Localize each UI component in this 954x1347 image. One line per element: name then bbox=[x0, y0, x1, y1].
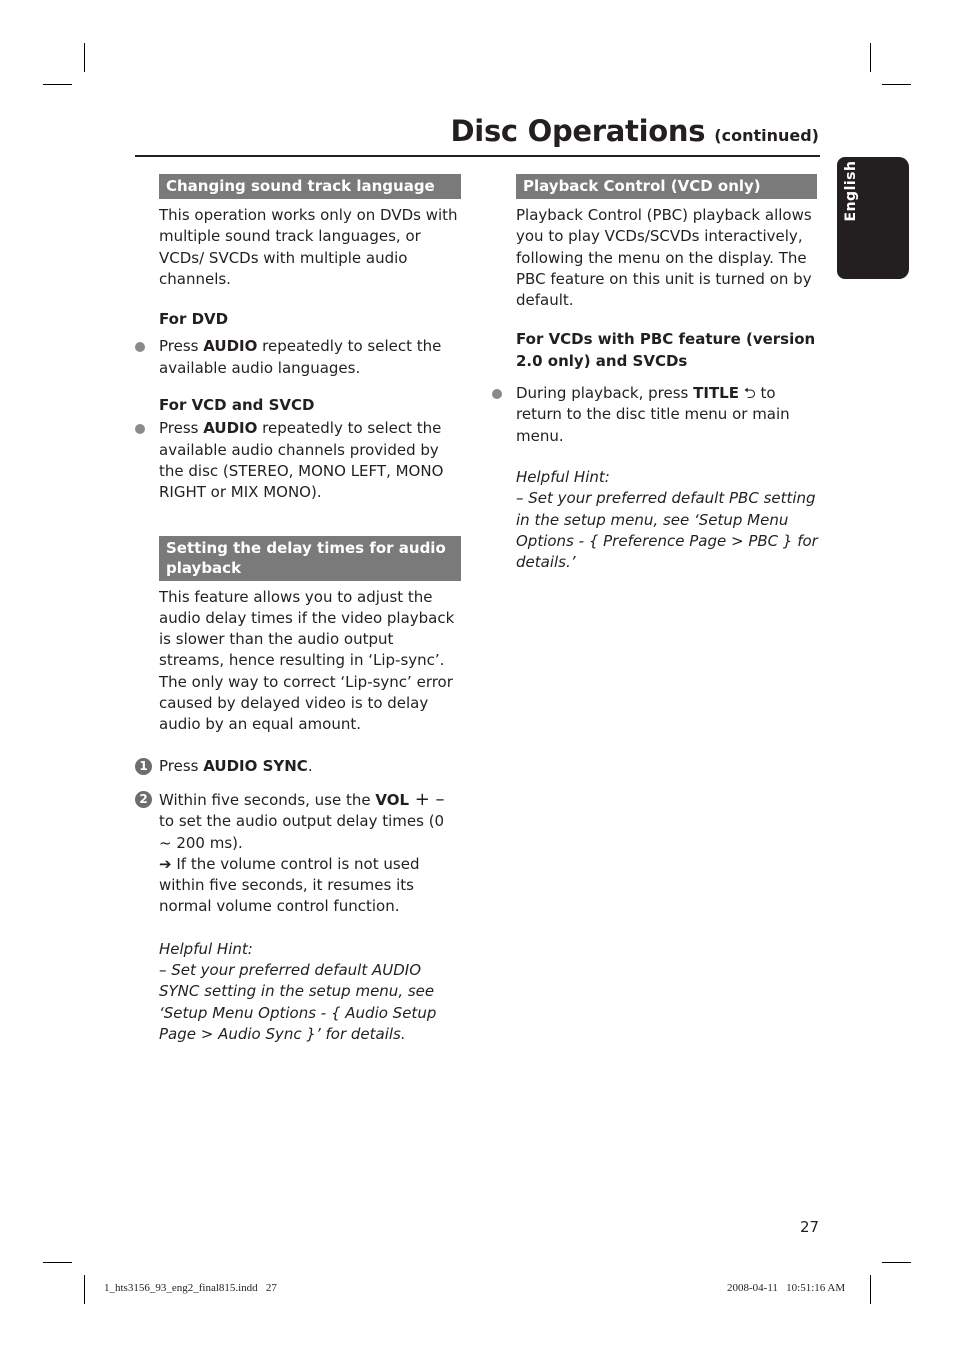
helpful-hint-text: – Set your preferred default PBC setting… bbox=[516, 489, 818, 572]
step-text: Press bbox=[159, 756, 204, 775]
crop-mark bbox=[882, 84, 911, 85]
vol-plus-minus-icon: + – bbox=[409, 788, 445, 810]
bullet-text: During playback, press bbox=[516, 384, 694, 403]
key-name: VOL bbox=[375, 790, 410, 809]
step-number-icon: 2 bbox=[135, 790, 152, 808]
right-column: Playback Control (VCD only) Playback Con… bbox=[492, 174, 818, 573]
crop-mark bbox=[882, 1262, 911, 1263]
bullet-item: Press AUDIO repeatedly to select the ava… bbox=[135, 336, 461, 379]
return-arrow-icon: ⮌ bbox=[738, 384, 756, 403]
crop-mark bbox=[43, 1262, 72, 1263]
slug-timestamp: 2008-04-11 10:51:16 AM bbox=[727, 1282, 846, 1294]
crop-mark bbox=[870, 1275, 871, 1304]
helpful-hint-title: Helpful Hint: bbox=[159, 939, 253, 958]
step-1: 1 Press AUDIO SYNC. bbox=[135, 756, 461, 777]
key-name: TITLE bbox=[693, 384, 739, 403]
subheading-for-dvd: For DVD bbox=[159, 310, 229, 329]
arrow-right-icon: ➔ bbox=[159, 854, 172, 873]
subheading-for-vcd: For VCD and SVCD bbox=[159, 396, 315, 415]
section-heading-sound-track: Changing sound track language bbox=[159, 174, 461, 199]
page-title-continued: (continued) bbox=[714, 126, 819, 145]
section-intro: This feature allows you to adjust the au… bbox=[159, 587, 455, 734]
step-text: . bbox=[307, 756, 313, 775]
page-title-main: Disc Operations bbox=[450, 114, 706, 148]
bullet-text: Press bbox=[159, 419, 204, 438]
section-intro: Playback Control (PBC) playback allows y… bbox=[516, 206, 812, 310]
bullet-item: During playback, press TITLE ⮌ to return… bbox=[492, 383, 818, 447]
slug-filename: 1_hts3156_93_eng2_final815.indd 27 bbox=[104, 1282, 277, 1294]
section-intro: This operation works only on DVDs with m… bbox=[159, 206, 458, 288]
crop-mark bbox=[870, 43, 871, 72]
step-number-icon: 1 bbox=[135, 757, 152, 775]
bullet-text: Press bbox=[159, 337, 204, 356]
language-tab: English bbox=[837, 157, 909, 279]
helpful-hint-title: Helpful Hint: bbox=[516, 467, 610, 486]
crop-mark bbox=[84, 43, 85, 72]
page-number: 27 bbox=[800, 1218, 820, 1236]
bullet-dot-icon bbox=[135, 424, 145, 435]
page-title: Disc Operations (continued) bbox=[451, 114, 819, 148]
crop-mark bbox=[84, 1275, 85, 1304]
language-tab-label: English bbox=[843, 160, 859, 222]
step-2: 2 Within five seconds, use the VOL + – t… bbox=[135, 788, 461, 918]
key-name: AUDIO bbox=[203, 419, 258, 438]
key-name: AUDIO SYNC bbox=[203, 756, 308, 775]
bullet-item: Press AUDIO repeatedly to select the ava… bbox=[135, 418, 461, 503]
key-name: AUDIO bbox=[203, 337, 258, 356]
title-rule bbox=[135, 155, 820, 157]
step-result-text: If the volume control is not used within… bbox=[159, 854, 420, 916]
crop-mark bbox=[43, 84, 72, 85]
subheading-pbc: For VCDs with PBC feature (version 2.0 o… bbox=[516, 330, 816, 370]
helpful-hint-text: – Set your preferred default AUDIO SYNC … bbox=[159, 961, 437, 1043]
section-heading-delay-times: Setting the delay times for audio playba… bbox=[159, 535, 461, 581]
bullet-dot-icon bbox=[135, 342, 145, 353]
step-text: Within five seconds, use the bbox=[159, 790, 376, 809]
step-text: to set the audio output delay times (0 ~… bbox=[159, 812, 445, 852]
bullet-dot-icon bbox=[492, 389, 502, 400]
left-column: Changing sound track language This opera… bbox=[135, 174, 461, 1045]
section-heading-playback-control: Playback Control (VCD only) bbox=[516, 174, 817, 199]
